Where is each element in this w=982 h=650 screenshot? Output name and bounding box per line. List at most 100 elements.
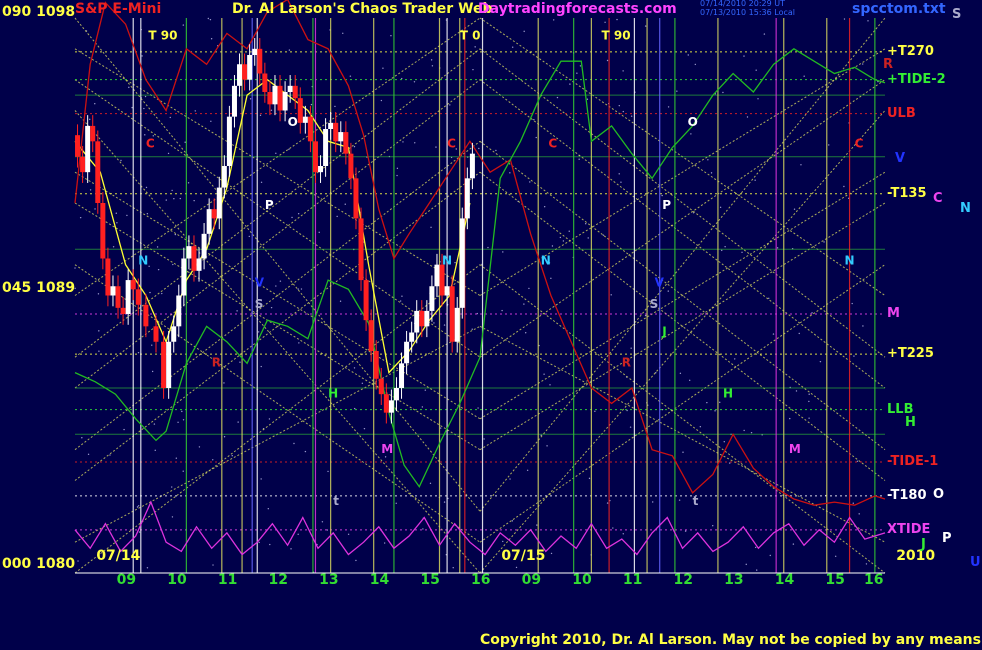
star-dot xyxy=(525,332,527,334)
price-bar xyxy=(419,310,425,327)
x-tick-label: 11 xyxy=(217,572,238,588)
star-dot xyxy=(712,525,714,527)
price-bar xyxy=(449,286,455,342)
price-bar xyxy=(307,116,313,142)
star-dot xyxy=(182,470,184,472)
star-dot xyxy=(182,419,185,421)
price-bar xyxy=(267,92,273,105)
star-dot xyxy=(454,261,456,264)
star-dot xyxy=(449,104,451,106)
star-dot xyxy=(187,182,190,184)
star-dot xyxy=(260,478,262,480)
price-bar xyxy=(231,85,237,117)
star-dot xyxy=(98,350,100,352)
star-dot xyxy=(300,288,303,290)
x-tick-label: 12 xyxy=(268,572,288,588)
price-bar xyxy=(161,341,167,388)
star-dot xyxy=(355,559,357,562)
star-dot xyxy=(74,267,76,269)
planet-mark: M xyxy=(381,442,393,456)
price-bar xyxy=(363,280,369,321)
star-dot xyxy=(667,106,670,108)
star-dot xyxy=(689,379,691,382)
star-dot xyxy=(97,293,100,295)
star-dot xyxy=(706,401,708,404)
star-dot xyxy=(553,19,555,21)
star-dot xyxy=(390,35,392,37)
price-bar xyxy=(333,122,339,142)
star-dot xyxy=(612,527,614,529)
x-tick-label: 15 xyxy=(420,572,440,588)
star-dot xyxy=(661,194,663,197)
star-dot xyxy=(347,533,350,536)
star-dot xyxy=(321,521,324,523)
planet-mark: S xyxy=(255,297,264,311)
x-tick-label: 10 xyxy=(167,572,187,588)
x-tick-label: 09 xyxy=(521,572,542,588)
price-bar xyxy=(444,286,450,296)
price-bar xyxy=(221,166,227,188)
star-dot xyxy=(819,360,822,363)
star-dot xyxy=(279,280,282,282)
star-dot xyxy=(495,149,497,152)
price-bar xyxy=(459,218,465,308)
star-dot xyxy=(145,186,148,189)
planet-mark: V xyxy=(255,275,265,289)
star-dot xyxy=(776,247,779,249)
star-dot xyxy=(237,421,239,423)
star-dot xyxy=(714,410,716,412)
star-dot xyxy=(267,507,270,510)
star-dot xyxy=(334,105,336,108)
flux-level-label: -T135 xyxy=(887,185,927,201)
star-dot xyxy=(414,142,416,144)
date-label: 07/14 xyxy=(96,548,141,564)
star-dot xyxy=(682,451,684,453)
star-dot xyxy=(471,328,473,330)
planet-mark: C xyxy=(855,137,864,151)
star-dot xyxy=(318,231,320,234)
planet-mark: C xyxy=(146,137,155,151)
site-link[interactable]: Daytradingforecasts.com xyxy=(478,2,677,16)
star-dot xyxy=(413,81,416,83)
corner-letter: S xyxy=(952,7,962,22)
price-bar xyxy=(469,153,475,179)
price-bar xyxy=(95,141,101,203)
star-dot xyxy=(210,120,212,123)
star-dot xyxy=(684,530,687,532)
price-bar xyxy=(454,307,460,342)
star-dot xyxy=(182,24,185,26)
star-dot xyxy=(723,440,725,443)
star-dot xyxy=(533,118,535,121)
star-dot xyxy=(94,103,96,105)
planet-mark: T 90 xyxy=(602,29,631,43)
star-dot xyxy=(270,109,273,112)
planet-mark: N xyxy=(138,254,148,268)
star-dot xyxy=(212,564,214,566)
star-dot xyxy=(630,115,633,117)
star-dot xyxy=(604,21,606,23)
star-dot xyxy=(298,342,300,344)
star-dot xyxy=(618,104,620,107)
star-dot xyxy=(131,106,133,109)
star-dot xyxy=(741,251,743,253)
star-dot xyxy=(138,531,141,533)
price-bar xyxy=(404,341,410,364)
y-tick-top: 090 1098 xyxy=(2,4,76,20)
planet-mark: N xyxy=(442,254,452,268)
x-tick-label: 11 xyxy=(622,572,643,588)
star-dot xyxy=(501,309,503,312)
price-bar xyxy=(115,286,121,308)
price-bar xyxy=(414,310,420,333)
star-dot xyxy=(293,442,295,445)
star-dot xyxy=(803,75,805,77)
star-dot xyxy=(861,63,864,65)
star-dot xyxy=(588,477,591,480)
price-bar xyxy=(90,125,96,142)
star-dot xyxy=(223,436,226,438)
planet-mark: H xyxy=(328,386,338,400)
star-dot xyxy=(144,95,147,98)
planet-mark: N xyxy=(845,254,855,268)
price-bar xyxy=(292,85,298,99)
planet-mark: P xyxy=(265,198,274,212)
star-dot xyxy=(811,312,813,314)
